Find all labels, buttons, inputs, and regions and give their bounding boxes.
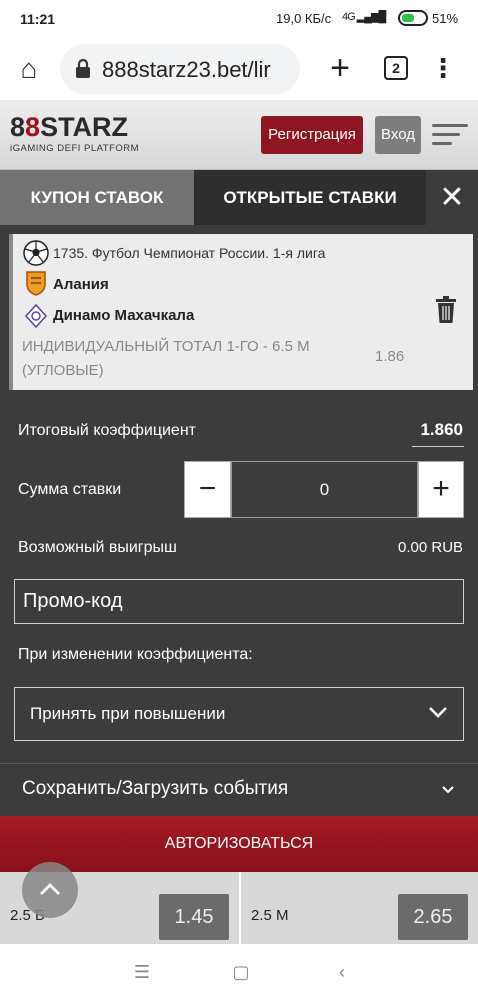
tab-open-bets[interactable]: ОТКРЫТЫЕ СТАВКИ: [194, 170, 426, 225]
bottom-odds-bar: 2.5 Б 1.45 2.5 М 2.65: [0, 862, 478, 944]
total-coef-underline: [412, 446, 464, 447]
home-icon[interactable]: ⌂: [12, 52, 46, 86]
total-coef-value: 1.860: [420, 420, 463, 439]
site-header: 88STARZ iGAMING DEFI PLATFORM Регистраци…: [0, 100, 478, 170]
chevron-down-icon[interactable]: [440, 782, 456, 798]
team-crest-icon: [26, 271, 46, 296]
authorize-button[interactable]: АВТОРИЗОВАТЬСЯ: [0, 816, 478, 872]
coupon-card: 1735. Футбол Чемпионат России. 1-я лига …: [9, 234, 473, 390]
close-icon[interactable]: ✕: [426, 170, 478, 225]
hamburger-menu-icon[interactable]: [432, 124, 468, 146]
status-bar: 11:21 19,0 КБ/с 4G ▂▄▆█ 51%: [0, 0, 478, 38]
save-load-events-toggle[interactable]: Сохранить/Загрузить события: [22, 778, 288, 800]
bottom-right-label: 2.5 М: [251, 907, 289, 924]
stake-label: Сумма ставки: [18, 481, 122, 498]
bottom-left-odds-button[interactable]: 1.45: [159, 894, 229, 940]
tab-count-button[interactable]: 2: [384, 56, 408, 80]
promo-code-input[interactable]: Промо-код: [14, 579, 464, 624]
back-icon[interactable]: ‹: [330, 960, 354, 984]
battery-percent: 51%: [432, 11, 459, 26]
coef-change-selected: Принять при повышении: [30, 704, 226, 723]
login-button[interactable]: Вход: [375, 116, 421, 154]
more-menu-icon[interactable]: ⋮: [430, 50, 456, 86]
league-name: 1735. Футбол Чемпионат России. 1-я лига: [53, 245, 326, 261]
register-button[interactable]: Регистрация: [261, 116, 363, 154]
bet-odds: 1.86: [375, 348, 405, 365]
tab-coupon[interactable]: КУПОН СТАВОК: [0, 170, 194, 225]
scroll-up-button[interactable]: [22, 862, 78, 918]
section-divider: [0, 763, 478, 764]
url-text: 888starz23.bet/lir: [102, 57, 271, 82]
team-away: Динамо Махачкала: [53, 307, 195, 324]
network-speed: 19,0 КБ/с: [276, 11, 332, 26]
total-coef-label: Итоговый коэффициент: [18, 422, 196, 439]
signal-icon: 4G ▂▄▆█: [342, 11, 386, 23]
battery-icon: [398, 10, 428, 26]
new-tab-icon[interactable]: +: [322, 48, 358, 88]
bottom-right-odds-button[interactable]: 2.65: [398, 894, 468, 940]
status-time: 11:21: [20, 11, 56, 27]
url-bar[interactable]: 888starz23.bet/lir: [60, 44, 300, 94]
stake-stepper: − 0 +: [184, 461, 464, 518]
chevron-up-icon: [40, 883, 60, 895]
site-logo[interactable]: 88STARZ iGAMING DEFI PLATFORM: [10, 112, 139, 154]
recent-apps-icon[interactable]: ☰: [130, 960, 154, 984]
dynamo-crest-icon: [25, 304, 47, 328]
increase-button[interactable]: +: [418, 461, 464, 518]
team-home: Алания: [53, 276, 109, 293]
bet-market: ИНДИВИДУАЛЬНЫЙ ТОТАЛ 1-ГО - 6.5 М (УГЛОВ…: [22, 338, 310, 379]
coef-change-label: При изменении коэффициента:: [18, 646, 253, 663]
possible-win-label: Возможный выигрыш: [18, 539, 177, 556]
stake-input[interactable]: 0: [231, 461, 418, 518]
coef-change-select[interactable]: Принять при повышении: [14, 687, 464, 741]
decrease-button[interactable]: −: [184, 461, 231, 518]
bet-slip-panel: КУПОН СТАВОК ОТКРЫТЫЕ СТАВКИ ✕ 1735. Фут…: [0, 170, 478, 816]
lock-icon: [76, 58, 90, 78]
soccer-ball-icon: [23, 240, 49, 266]
chevron-down-icon: [429, 707, 447, 718]
android-nav-bar: ☰ ▢ ‹: [0, 944, 478, 1000]
trash-icon[interactable]: [435, 296, 457, 324]
bottom-divider: [239, 872, 241, 944]
bet-slip-tabs: КУПОН СТАВОК ОТКРЫТЫЕ СТАВКИ ✕: [0, 170, 478, 225]
possible-win-value: 0.00 RUB: [398, 539, 464, 556]
browser-toolbar: ⌂ 888starz23.bet/lir + 2 ⋮: [0, 38, 478, 100]
home-nav-icon[interactable]: ▢: [229, 960, 253, 984]
